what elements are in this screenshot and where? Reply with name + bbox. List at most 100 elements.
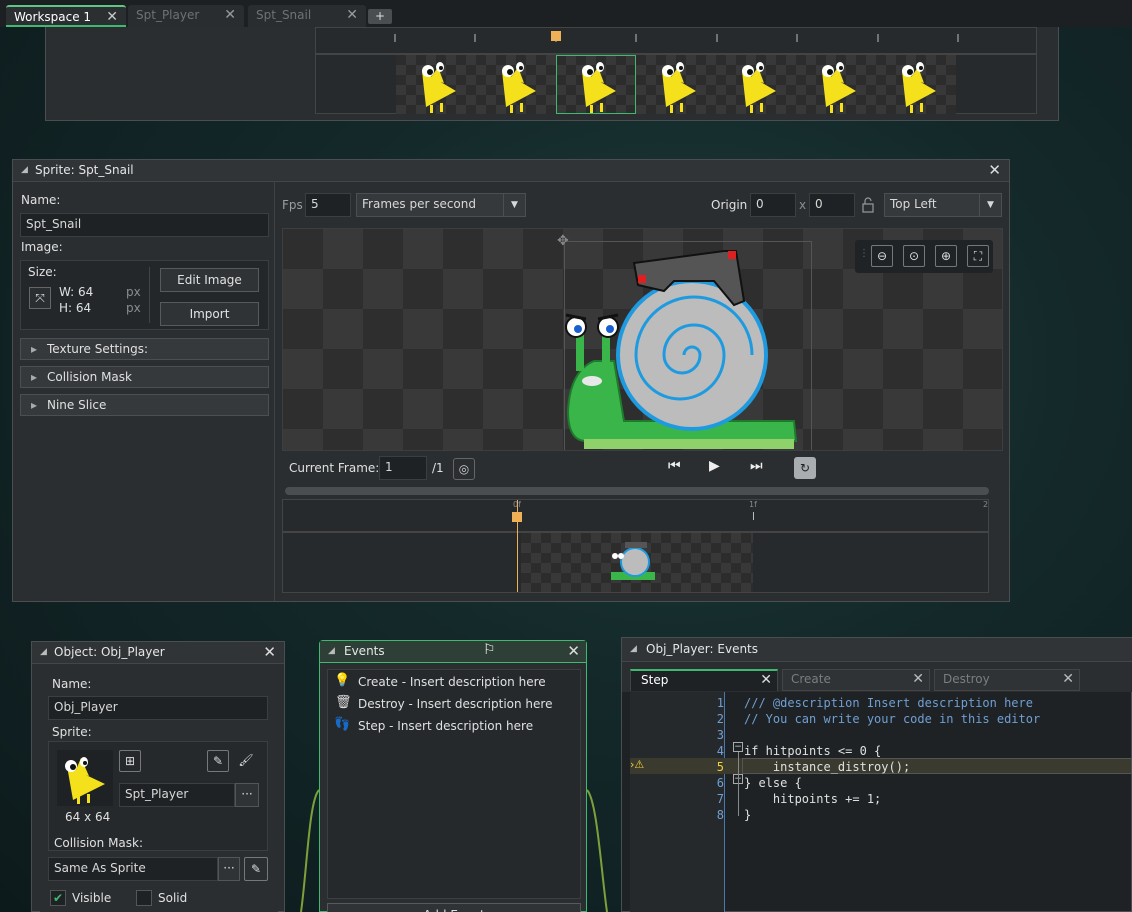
edit-mask-icon[interactable]: ✎ xyxy=(244,857,268,881)
code-editor-titlebar: ◢ Obj_Player: Events xyxy=(622,638,1132,662)
resize-icon[interactable]: ⤧ xyxy=(29,287,51,309)
collision-mask-section[interactable]: Collision Mask xyxy=(20,366,269,388)
lightbulb-icon: 💡 xyxy=(334,673,351,688)
flag-icon[interactable]: ⚐ xyxy=(483,642,496,658)
window-title: Obj_Player: Events xyxy=(646,642,759,656)
line-number: 2 xyxy=(716,712,724,726)
sprite-preview[interactable] xyxy=(57,750,113,806)
collapse-icon[interactable]: ◢ xyxy=(328,646,335,656)
code-line: 6 } else { xyxy=(634,776,1124,792)
code-line: 3 xyxy=(634,728,1124,744)
line-number: 6 xyxy=(716,776,724,790)
fps-input[interactable]: 5 xyxy=(305,193,351,217)
texture-settings-section[interactable]: Texture Settings: xyxy=(20,338,269,360)
line-number: 7 xyxy=(716,792,724,806)
solid-label: Solid xyxy=(158,891,188,905)
collapse-icon[interactable]: ◢ xyxy=(40,647,47,657)
solid-checkbox[interactable] xyxy=(136,890,152,906)
collapse-icon[interactable]: ◢ xyxy=(630,644,637,654)
trash-icon: 🗑 xyxy=(335,695,352,710)
more-icon[interactable]: ··· xyxy=(235,783,259,807)
add-tab-button[interactable]: + xyxy=(368,9,392,24)
code-area[interactable]: 1 /// @description Insert description he… xyxy=(634,696,1124,824)
visible-checkbox[interactable]: ✔ xyxy=(50,890,66,906)
sprite-group: 64 x 64 ⊞ ✎ 🖌 Spt_Player ··· xyxy=(48,741,268,851)
timeline-scrollbar[interactable] xyxy=(285,487,989,495)
origin-y-input[interactable]: 0 xyxy=(809,193,855,217)
code-tabs: Step ✕ Create ✕ Destroy ✕ xyxy=(622,662,1132,692)
current-frame-input[interactable]: 1 xyxy=(379,456,427,480)
edit-sprite-icon[interactable]: ✎ xyxy=(207,750,229,772)
close-icon[interactable]: ✕ xyxy=(988,161,1001,179)
collision-mask-select[interactable]: Same As Sprite xyxy=(48,857,218,881)
tab-label: Spt_Player xyxy=(136,8,200,22)
collision-mask-label: Collision Mask: xyxy=(54,836,144,850)
current-frame-label: Current Frame: xyxy=(289,461,380,475)
tab-create[interactable]: Create ✕ xyxy=(782,669,930,691)
drag-handle-icon[interactable]: ⋮ xyxy=(859,248,869,259)
close-icon[interactable]: ✕ xyxy=(224,7,236,23)
tab-step[interactable]: Step ✕ xyxy=(630,669,778,691)
object-name-field[interactable]: Obj_Player xyxy=(48,696,268,720)
close-icon[interactable]: ✕ xyxy=(567,642,580,660)
tab-destroy[interactable]: Destroy ✕ xyxy=(934,669,1080,691)
event-step[interactable]: 👣 Step - Insert description here xyxy=(334,717,574,737)
zoom-reset-icon[interactable]: ⊙ xyxy=(903,245,925,267)
line-number: 4 xyxy=(716,744,724,758)
chevron-down-icon[interactable]: ▼ xyxy=(979,194,1001,216)
onion-skin-icon[interactable]: ◎ xyxy=(453,458,475,480)
close-icon[interactable]: ✕ xyxy=(760,672,772,688)
line-text: } else { xyxy=(744,776,802,790)
player-sprite-thumbnail xyxy=(65,757,105,804)
event-create[interactable]: 💡 Create - Insert description here xyxy=(334,673,574,693)
tab-spt-player[interactable]: Spt_Player ✕ xyxy=(128,5,244,27)
line-number: 5 xyxy=(716,760,724,774)
nine-slice-section[interactable]: Nine Slice xyxy=(20,394,269,416)
events-titlebar: ◢ Events ⚐ ✕ xyxy=(320,641,586,663)
width-value: W: 64 xyxy=(59,285,94,299)
close-icon[interactable]: ✕ xyxy=(346,7,358,23)
chevron-down-icon[interactable]: ▼ xyxy=(503,194,525,216)
more-icon[interactable]: ··· xyxy=(218,857,240,881)
origin-preset-value: Top Left xyxy=(890,197,937,211)
brush-icon[interactable]: 🖌 xyxy=(235,750,257,772)
origin-x-input[interactable]: 0 xyxy=(750,193,796,217)
origin-separator: x xyxy=(799,198,807,212)
event-destroy[interactable]: 🗑 Destroy - Insert description here xyxy=(334,695,574,715)
sprite-select[interactable]: Spt_Player xyxy=(119,783,235,807)
skip-forward-icon[interactable]: ⏭ xyxy=(750,458,763,474)
object-editor-titlebar: ◢ Object: Obj_Player ✕ xyxy=(32,642,284,664)
sprite-name-field[interactable]: Spt_Snail xyxy=(20,213,269,237)
fps-mode-select[interactable]: Frames per second ▼ xyxy=(356,193,526,217)
new-sprite-icon[interactable]: ⊞ xyxy=(119,750,141,772)
line-text: hitpoints += 1; xyxy=(744,792,882,806)
window-title: Sprite: Spt_Snail xyxy=(35,163,134,177)
code-line: 7 hitpoints += 1; xyxy=(634,792,1124,808)
collapse-icon[interactable]: ◢ xyxy=(21,165,28,175)
line-text: instance_distroy(); xyxy=(744,760,911,774)
fit-screen-icon[interactable]: ⛶ xyxy=(967,245,989,267)
document-tab-bar: Workspace 1 ✕ Spt_Player ✕ Spt_Snail ✕ + xyxy=(0,0,1132,27)
tab-spt-snail[interactable]: Spt_Snail ✕ xyxy=(248,5,366,27)
zoom-out-icon[interactable]: ⊖ xyxy=(871,245,893,267)
origin-preset-select[interactable]: Top Left ▼ xyxy=(884,193,1002,217)
tab-label: Destroy xyxy=(943,672,990,686)
edit-image-button[interactable]: Edit Image xyxy=(160,268,259,292)
close-icon[interactable]: ✕ xyxy=(1062,671,1074,687)
close-icon[interactable]: ✕ xyxy=(263,643,276,661)
skip-back-icon[interactable]: ⏮ xyxy=(668,458,681,474)
play-icon[interactable]: ▶ xyxy=(709,458,720,474)
zoom-in-icon[interactable]: ⊕ xyxy=(935,245,957,267)
window-title: Events xyxy=(344,644,385,658)
close-icon[interactable]: ✕ xyxy=(912,671,924,687)
snail-thumbnail xyxy=(611,542,655,580)
tab-label: Step xyxy=(641,673,669,687)
sprite-canvas[interactable]: ✥ ⋮ ⊖ ⊙ ⊕ ⛶ xyxy=(282,228,1003,451)
close-icon[interactable]: ✕ xyxy=(106,9,118,25)
visible-label: Visible xyxy=(72,891,112,905)
import-button[interactable]: Import xyxy=(160,302,259,326)
tab-workspace-1[interactable]: Workspace 1 ✕ xyxy=(6,5,126,27)
loop-icon[interactable]: ↻ xyxy=(794,457,816,479)
lock-icon[interactable] xyxy=(860,196,876,214)
add-event-button[interactable]: Add Event xyxy=(327,903,581,912)
